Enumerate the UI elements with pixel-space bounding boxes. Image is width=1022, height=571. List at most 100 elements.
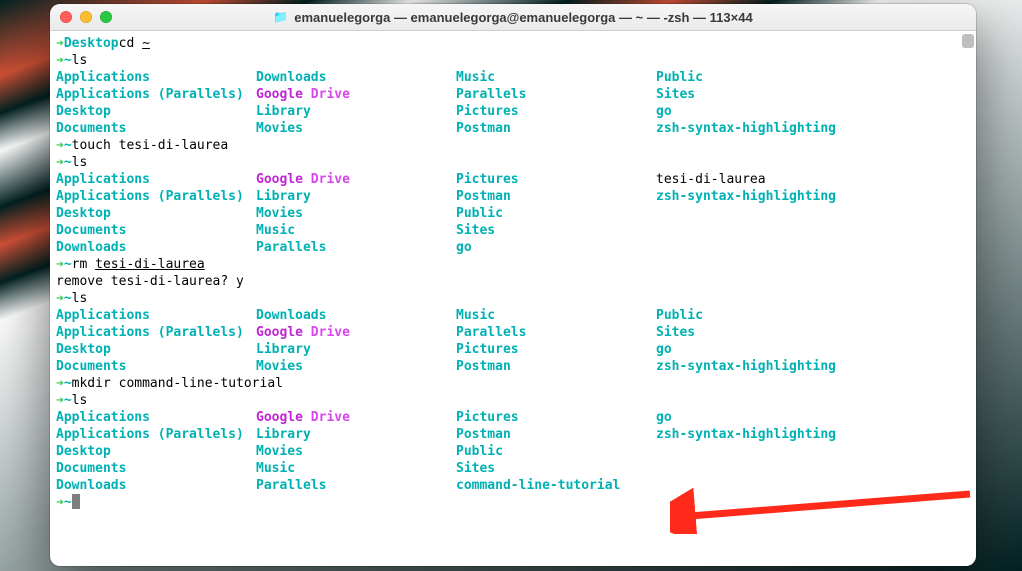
ls-col: Public [656, 69, 866, 86]
ls-row: Applications (Parallels)Google DrivePara… [56, 324, 970, 341]
ls-col: Sites [656, 324, 866, 341]
zoom-icon[interactable] [100, 11, 112, 23]
ls-entry: Applications [56, 172, 150, 187]
ls-entry: Postman [456, 359, 511, 374]
ls-row: Applications (Parallels)LibraryPostmanzs… [56, 426, 970, 443]
ls-col: Postman [456, 358, 656, 375]
ls-col: Documents [56, 460, 256, 477]
terminal-body[interactable]: ➔ Desktop cd ~➔ ~ lsApplicationsDownload… [50, 31, 976, 566]
ls-col: zsh-syntax-highlighting [656, 426, 866, 443]
prompt-line: ➔ Desktop cd ~ [56, 35, 970, 52]
ls-col: Postman [456, 426, 656, 443]
ls-entry: Public [456, 206, 503, 221]
command-text: ls [72, 52, 88, 69]
command-arg: command-line-tutorial [119, 375, 283, 392]
prompt-line: ➔ ~ ls [56, 392, 970, 409]
close-icon[interactable] [60, 11, 72, 23]
command-arg: ~ [142, 35, 150, 52]
titlebar[interactable]: 📁 emanuelegorga — emanuelegorga@emanuele… [50, 4, 976, 31]
ls-entry: Desktop [56, 104, 111, 119]
ls-col: Public [656, 307, 866, 324]
ls-col: zsh-syntax-highlighting [656, 188, 866, 205]
ls-col: Pictures [456, 409, 656, 426]
ls-col: Downloads [56, 239, 256, 256]
ls-row: DocumentsMoviesPostmanzsh-syntax-highlig… [56, 358, 970, 375]
ls-col: Google Drive [256, 324, 456, 341]
minimize-icon[interactable] [80, 11, 92, 23]
ls-col: Movies [256, 120, 456, 137]
ls-entry: Documents [56, 223, 126, 238]
prompt-cwd: ~ [64, 256, 72, 273]
ls-entry: Google Drive [256, 410, 350, 425]
ls-col: Sites [456, 222, 656, 239]
ls-entry: Parallels [256, 478, 326, 493]
ls-col [656, 460, 866, 477]
ls-entry: Library [256, 427, 311, 442]
ls-row: ApplicationsGoogle DrivePicturestesi-di-… [56, 171, 970, 188]
traffic-lights [50, 11, 112, 23]
ls-col [656, 477, 866, 494]
ls-entry: Desktop [56, 206, 111, 221]
ls-row: DocumentsMusicSites [56, 460, 970, 477]
ls-entry: Library [256, 104, 311, 119]
scrollbar-track[interactable] [962, 34, 974, 564]
prompt-arrow-icon: ➔ [56, 154, 64, 171]
ls-entry: Applications (Parallels) [56, 325, 244, 340]
prompt-arrow-icon: ➔ [56, 375, 64, 392]
scrollbar-thumb[interactable] [962, 34, 974, 48]
ls-col: command-line-tutorial [456, 477, 656, 494]
ls-col: Sites [456, 460, 656, 477]
ls-col: Applications (Parallels) [56, 86, 256, 103]
ls-col: Downloads [256, 307, 456, 324]
ls-col: Google Drive [256, 171, 456, 188]
ls-col: Documents [56, 358, 256, 375]
ls-entry: Documents [56, 121, 126, 136]
prompt-arrow-icon: ➔ [56, 52, 64, 69]
command-text: ls [72, 290, 88, 307]
ls-col: Pictures [456, 341, 656, 358]
ls-entry: Google Drive [256, 325, 350, 340]
prompt-cwd: ~ [64, 290, 72, 307]
ls-col: Music [456, 69, 656, 86]
ls-entry: Public [656, 70, 703, 85]
ls-entry: Postman [456, 189, 511, 204]
prompt-arrow-icon: ➔ [56, 35, 64, 52]
ls-col [656, 222, 866, 239]
ls-entry: Applications (Parallels) [56, 189, 244, 204]
ls-col [656, 205, 866, 222]
ls-col: Public [456, 443, 656, 460]
ls-col: Google Drive [256, 86, 456, 103]
ls-entry: Applications [56, 308, 150, 323]
ls-row: DesktopMoviesPublic [56, 443, 970, 460]
ls-entry: Pictures [456, 342, 519, 357]
ls-row: DownloadsParallelsgo [56, 239, 970, 256]
ls-entry: go [656, 104, 672, 119]
ls-entry: zsh-syntax-highlighting [656, 189, 836, 204]
ls-entry: Parallels [256, 240, 326, 255]
ls-entry: Music [456, 70, 495, 85]
ls-col: Music [456, 307, 656, 324]
ls-col: Desktop [56, 443, 256, 460]
prompt-line: ➔ ~ ls [56, 154, 970, 171]
ls-entry: Public [456, 444, 503, 459]
prompt-arrow-icon: ➔ [56, 290, 64, 307]
ls-row: DownloadsParallelscommand-line-tutorial [56, 477, 970, 494]
prompt-current[interactable]: ➔ ~ [56, 494, 970, 511]
command-text: rm [72, 256, 95, 273]
prompt-cwd: ~ [64, 137, 72, 154]
ls-entry: zsh-syntax-highlighting [656, 121, 836, 136]
ls-col: zsh-syntax-highlighting [656, 358, 866, 375]
ls-entry: Pictures [456, 410, 519, 425]
command-text: cd [119, 35, 142, 52]
ls-row: ApplicationsGoogle DrivePicturesgo [56, 409, 970, 426]
prompt-arrow-icon: ➔ [56, 494, 64, 511]
ls-col: Documents [56, 120, 256, 137]
ls-row: ApplicationsDownloadsMusicPublic [56, 69, 970, 86]
ls-col: Library [256, 103, 456, 120]
command-text: ls [72, 154, 88, 171]
ls-col: zsh-syntax-highlighting [656, 120, 866, 137]
ls-entry: go [656, 410, 672, 425]
ls-entry: Sites [456, 223, 495, 238]
ls-entry: Google Drive [256, 87, 350, 102]
ls-entry: Postman [456, 427, 511, 442]
